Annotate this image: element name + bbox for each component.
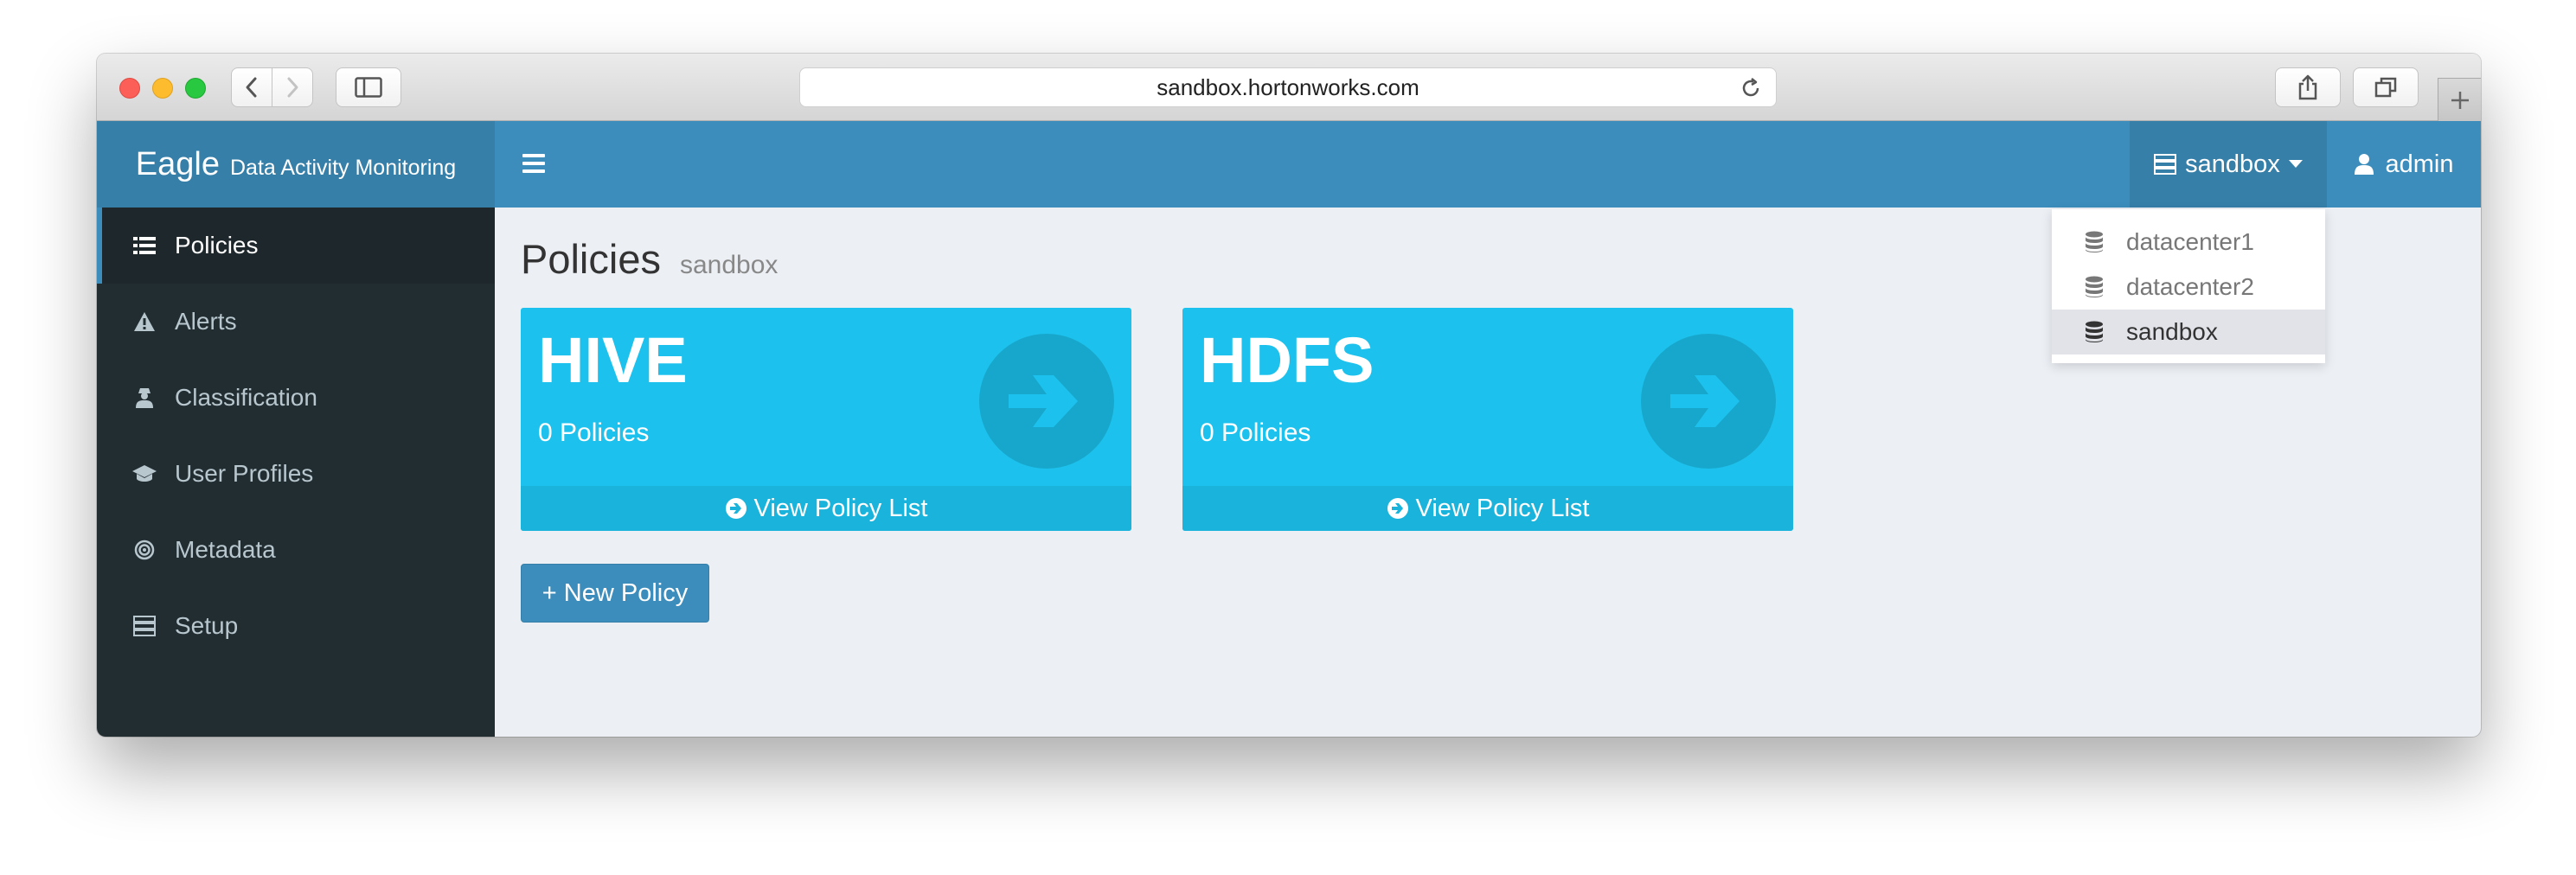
sidebar-toggle-button[interactable] <box>336 67 401 107</box>
server-icon <box>2154 154 2177 175</box>
minimize-window-button[interactable] <box>152 78 173 99</box>
page-title: Policies <box>521 236 661 282</box>
sidebar-icon <box>355 77 382 98</box>
site-dropdown-menu: datacenter1 datacenter2 sandbox <box>2052 209 2325 363</box>
sidebar-item-label: User Profiles <box>175 460 314 487</box>
database-icon <box>2086 231 2103 252</box>
browser-toolbar: sandbox.hortonworks.com <box>97 54 2481 121</box>
box-count: 0 Policies <box>538 418 650 447</box>
view-policy-list-label: View Policy List <box>1415 494 1590 522</box>
caret-down-icon <box>2288 160 2303 168</box>
reload-icon[interactable] <box>1740 77 1762 99</box>
user-name: admin <box>2385 150 2454 178</box>
view-policy-list-link[interactable]: View Policy List <box>521 486 1131 531</box>
sidebar-item-label: Policies <box>175 232 259 259</box>
arrow-circle-right-icon <box>1387 498 1408 519</box>
address-bar[interactable]: sandbox.hortonworks.com <box>799 67 1777 107</box>
dropdown-item-label: datacenter1 <box>2126 228 2254 255</box>
box-title: HDFS <box>1200 324 1375 396</box>
sidebar-item-policies[interactable]: Policies <box>97 208 495 284</box>
dropdown-item-label: datacenter2 <box>2126 273 2254 300</box>
chevron-left-icon <box>246 77 257 98</box>
graduation-cap-icon <box>131 461 157 487</box>
box-title: HIVE <box>538 324 688 396</box>
dropdown-item-sandbox[interactable]: sandbox <box>2052 310 2325 354</box>
list-icon <box>131 233 157 259</box>
page-header: Policies sandbox <box>521 235 778 283</box>
user-icon <box>2354 154 2374 175</box>
view-policy-list-link[interactable]: View Policy List <box>1182 486 1793 531</box>
arrow-circle-right-icon <box>979 334 1114 469</box>
zoom-window-button[interactable] <box>185 78 206 99</box>
arrow-circle-right-icon <box>1641 334 1776 469</box>
brand-logo[interactable]: Eagle Data Activity Monitoring <box>97 121 495 208</box>
menu-toggle-icon[interactable] <box>521 150 547 176</box>
server-icon <box>131 613 157 639</box>
dropdown-item-label: sandbox <box>2126 318 2218 345</box>
new-tab-button[interactable] <box>2438 78 2481 121</box>
share-icon <box>2298 74 2317 100</box>
site-selector-dropdown[interactable]: sandbox <box>2130 121 2327 208</box>
show-tabs-button[interactable] <box>2353 67 2419 107</box>
sidebar-item-alerts[interactable]: Alerts <box>97 284 495 360</box>
sidebar-item-label: Classification <box>175 384 317 411</box>
app-header: Eagle Data Activity Monitoring sandbox a… <box>97 121 2481 208</box>
bullseye-icon <box>131 537 157 563</box>
page-subtitle: sandbox <box>679 251 779 279</box>
hive-policy-box: HIVE 0 Policies View Policy List <box>521 308 1131 531</box>
sidebar-item-metadata[interactable]: Metadata <box>97 512 495 588</box>
hdfs-policy-box: HDFS 0 Policies View Policy List <box>1182 308 1793 531</box>
tabs-icon <box>2374 77 2397 98</box>
share-button[interactable] <box>2275 67 2341 107</box>
forward-button[interactable] <box>272 67 313 107</box>
sidebar-item-label: Setup <box>175 612 239 639</box>
back-button[interactable] <box>231 67 272 107</box>
sidebar-nav: Policies Alerts Classification User Prof… <box>97 208 495 737</box>
database-icon <box>2086 321 2103 342</box>
user-secret-icon <box>131 385 157 411</box>
close-window-button[interactable] <box>119 78 140 99</box>
sidebar-item-user-profiles[interactable]: User Profiles <box>97 436 495 512</box>
warning-icon <box>131 309 157 335</box>
browser-window: sandbox.hortonworks.com Eagle Data Activ… <box>97 54 2481 737</box>
arrow-circle-right-icon <box>725 498 747 519</box>
chevron-right-icon <box>287 77 298 98</box>
sidebar-item-label: Metadata <box>175 536 276 563</box>
plus-icon <box>2451 91 2469 109</box>
url-text: sandbox.hortonworks.com <box>1157 73 1419 100</box>
dropdown-item-datacenter2[interactable]: datacenter2 <box>2052 265 2325 310</box>
new-policy-button[interactable]: + New Policy <box>521 564 709 623</box>
site-selector-label: sandbox <box>2185 150 2280 178</box>
box-count: 0 Policies <box>1200 418 1311 447</box>
database-icon <box>2086 276 2103 297</box>
dropdown-item-datacenter1[interactable]: datacenter1 <box>2052 220 2325 265</box>
sidebar-item-classification[interactable]: Classification <box>97 360 495 436</box>
sidebar-item-label: Alerts <box>175 308 237 335</box>
sidebar-item-setup[interactable]: Setup <box>97 588 495 664</box>
user-menu[interactable]: admin <box>2327 121 2481 208</box>
brand-name: Eagle <box>135 145 220 182</box>
brand-subtitle: Data Activity Monitoring <box>229 155 457 180</box>
view-policy-list-label: View Policy List <box>753 494 928 522</box>
